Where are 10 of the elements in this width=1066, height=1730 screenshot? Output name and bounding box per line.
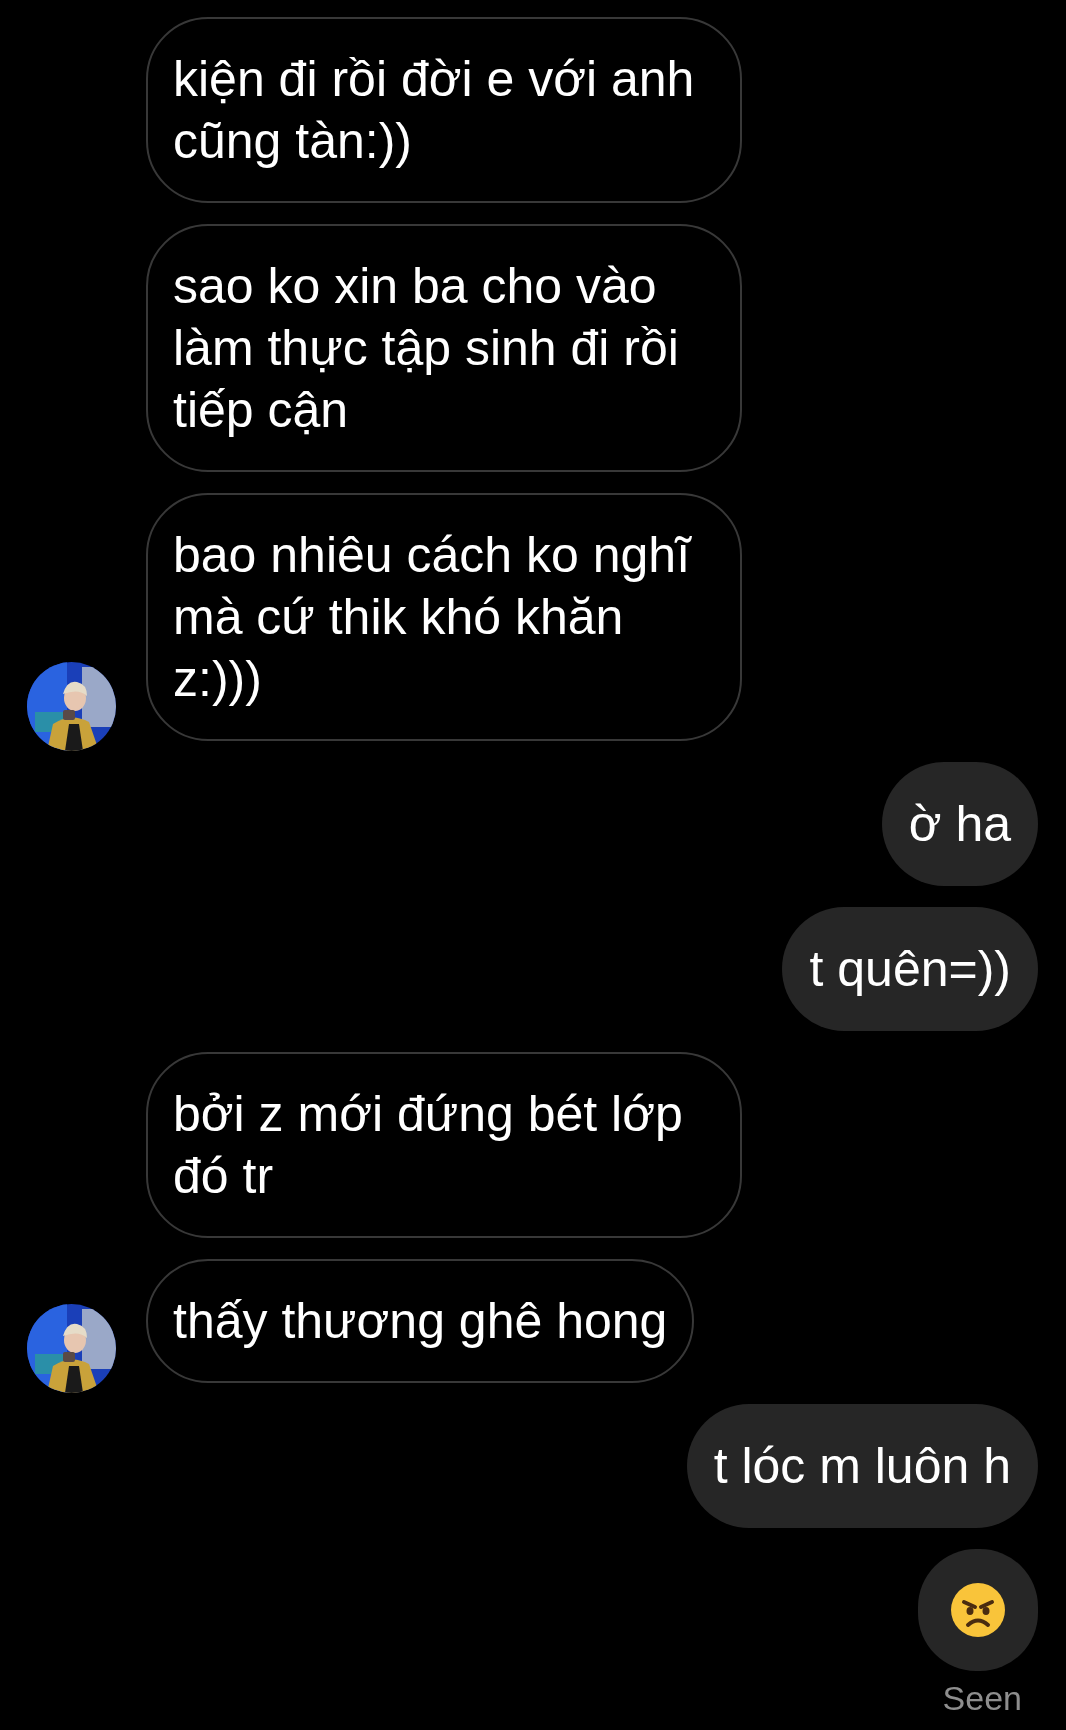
message-bubble: kiện đi rồi đời e với anh cũng tàn:)) xyxy=(146,17,742,203)
message-bubble: t lóc m luôn h xyxy=(686,1404,1038,1528)
message-bubble: sao ko xin ba cho vào làm thực tập sinh đi rồi tiếp cận xyxy=(146,224,742,472)
message-bubble: bao nhiêu cách ko nghĩ mà cứ thik khó khăn z:))) xyxy=(146,493,742,741)
seen-status: Seen xyxy=(942,1678,1023,1718)
angry-face-icon xyxy=(950,1582,1006,1638)
message-bubble: ờ ha xyxy=(881,762,1038,886)
message-bubble: bởi z mới đứng bét lớp đó tr xyxy=(146,1052,742,1238)
message-bubble: t quên=)) xyxy=(782,907,1038,1031)
message-bubble: thấy thương ghê hong xyxy=(146,1259,695,1383)
